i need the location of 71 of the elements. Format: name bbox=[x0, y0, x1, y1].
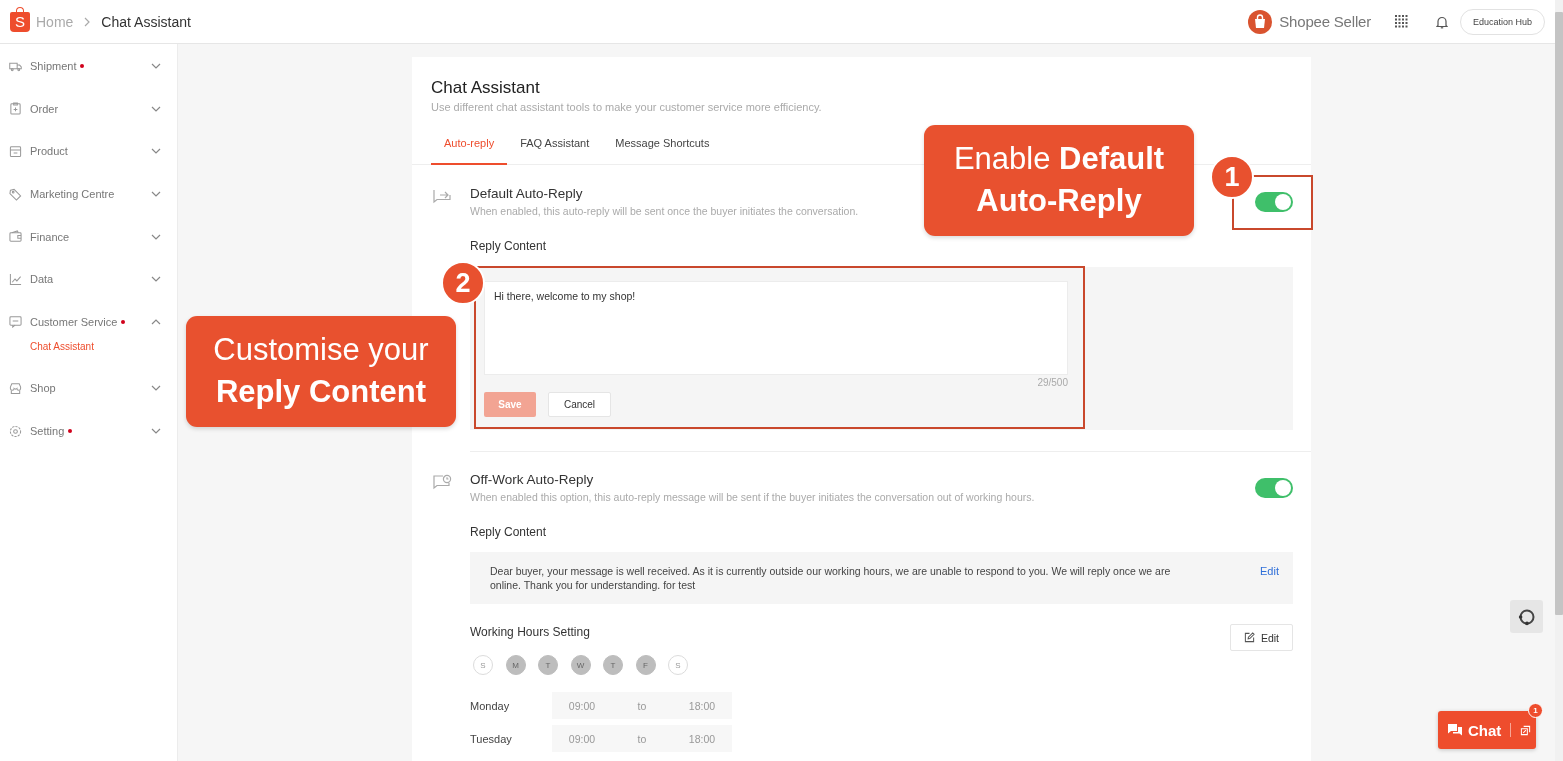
annotation-callout: Enable Default Auto-Reply bbox=[924, 125, 1194, 236]
edit-link[interactable]: Edit bbox=[1260, 564, 1279, 578]
education-hub-button[interactable]: Education Hub bbox=[1459, 8, 1545, 35]
edit-button[interactable]: Edit bbox=[1229, 624, 1293, 651]
square-arrow-icon bbox=[1520, 724, 1532, 736]
tab[interactable]: Auto-reply bbox=[431, 122, 508, 165]
start-time: 09:00 bbox=[568, 732, 596, 745]
section-description: When enabled, this auto-reply will be sent once the buyer initiates the conversation. bbox=[470, 204, 860, 218]
weekday-chip: F bbox=[635, 655, 656, 675]
weekday-chip: W bbox=[570, 655, 591, 675]
scrollbar-track[interactable] bbox=[1555, 0, 1563, 761]
sidebar-item[interactable]: Marketing Centre bbox=[0, 172, 177, 216]
tag-icon bbox=[9, 187, 22, 201]
weekday-label: Monday bbox=[470, 699, 511, 712]
range-separator: to bbox=[637, 732, 647, 745]
sidebar-item[interactable]: Setting bbox=[0, 409, 177, 453]
sidebar-item[interactable]: Finance bbox=[0, 215, 177, 258]
sidebar-item[interactable]: Shipment bbox=[0, 45, 177, 88]
end-time: 18:00 bbox=[688, 732, 716, 745]
cancel-button[interactable]: Cancel bbox=[548, 392, 611, 417]
wallet-icon bbox=[9, 230, 22, 244]
section-description: When enabled this option, this auto-reply message will be sent if the buyer initiates the conversation out of working hours. bbox=[470, 490, 1036, 504]
weekday-chip: T bbox=[603, 655, 623, 675]
clipboard-icon bbox=[9, 102, 22, 116]
sidebar-item[interactable]: Product bbox=[0, 130, 177, 173]
tab[interactable]: FAQ Assistant bbox=[507, 122, 603, 165]
weekday-label: Tuesday bbox=[470, 732, 513, 745]
floating-help-button[interactable] bbox=[1510, 600, 1543, 633]
gear-icon bbox=[9, 424, 22, 438]
weekday-chip: S bbox=[668, 655, 688, 675]
chat-bubble-clock-icon bbox=[432, 474, 452, 492]
sidebar-subitem[interactable]: Chat Assistant bbox=[0, 334, 94, 359]
edit-icon bbox=[1243, 632, 1255, 643]
range-separator: to bbox=[637, 699, 647, 712]
page-title: Chat Assistant bbox=[431, 77, 541, 98]
reply-message-text: Dear buyer, your message is well received. As it is currently outside our working hours, we are unable to respond to you. We will reply once we are online. Thank you for understanding. for test bbox=[490, 564, 1172, 592]
end-time: 18:00 bbox=[688, 699, 716, 712]
section-title: Off-Work Auto-Reply bbox=[470, 472, 595, 488]
box-icon bbox=[9, 145, 22, 158]
sidebar-item[interactable]: Shop bbox=[0, 367, 177, 410]
shopping-bag-logo-icon bbox=[1248, 9, 1273, 34]
annotation-callout: Customise your Reply Content bbox=[186, 316, 456, 427]
weekday-chip: T bbox=[538, 655, 558, 675]
weekday-chip: M bbox=[505, 655, 526, 675]
brand-name: Shopee Seller bbox=[1279, 13, 1371, 30]
shop-bag-logo: S bbox=[10, 7, 30, 32]
field-label: Reply Content bbox=[470, 238, 548, 254]
toggle-switch[interactable] bbox=[1255, 478, 1293, 498]
sidebar-item[interactable]: Data bbox=[0, 257, 177, 301]
field-label: Reply Content bbox=[470, 524, 548, 540]
shop-icon bbox=[9, 381, 22, 395]
bell-icon[interactable] bbox=[1435, 14, 1448, 29]
chart-icon bbox=[9, 272, 22, 286]
chat-bubble-arrow-icon bbox=[432, 188, 452, 206]
page-subtitle: Use different chat assistant tools to make your customer service more efficiency. bbox=[431, 100, 823, 114]
ring-icon bbox=[1517, 607, 1536, 626]
reply-text-field[interactable]: Hi there, welcome to my shop! bbox=[484, 281, 1068, 375]
start-time: 09:00 bbox=[568, 699, 596, 712]
field-label: Working Hours Setting bbox=[470, 624, 590, 640]
chevron-right-icon bbox=[84, 16, 91, 27]
sidebar-item[interactable]: Order bbox=[0, 87, 177, 131]
scrollbar-thumb[interactable] bbox=[1555, 12, 1563, 615]
breadcrumb-current: Chat Assistant bbox=[101, 13, 191, 30]
chat-bubbles-icon bbox=[1447, 723, 1463, 737]
chat-icon bbox=[9, 315, 22, 329]
weekday-chip: S bbox=[473, 655, 493, 675]
grid-icon[interactable] bbox=[1394, 15, 1408, 28]
character-counter: 29/500 bbox=[1037, 377, 1068, 389]
section-title: Default Auto-Reply bbox=[470, 186, 584, 202]
tab[interactable]: Message Shortcuts bbox=[602, 122, 723, 165]
toggle-switch[interactable] bbox=[1255, 192, 1293, 212]
